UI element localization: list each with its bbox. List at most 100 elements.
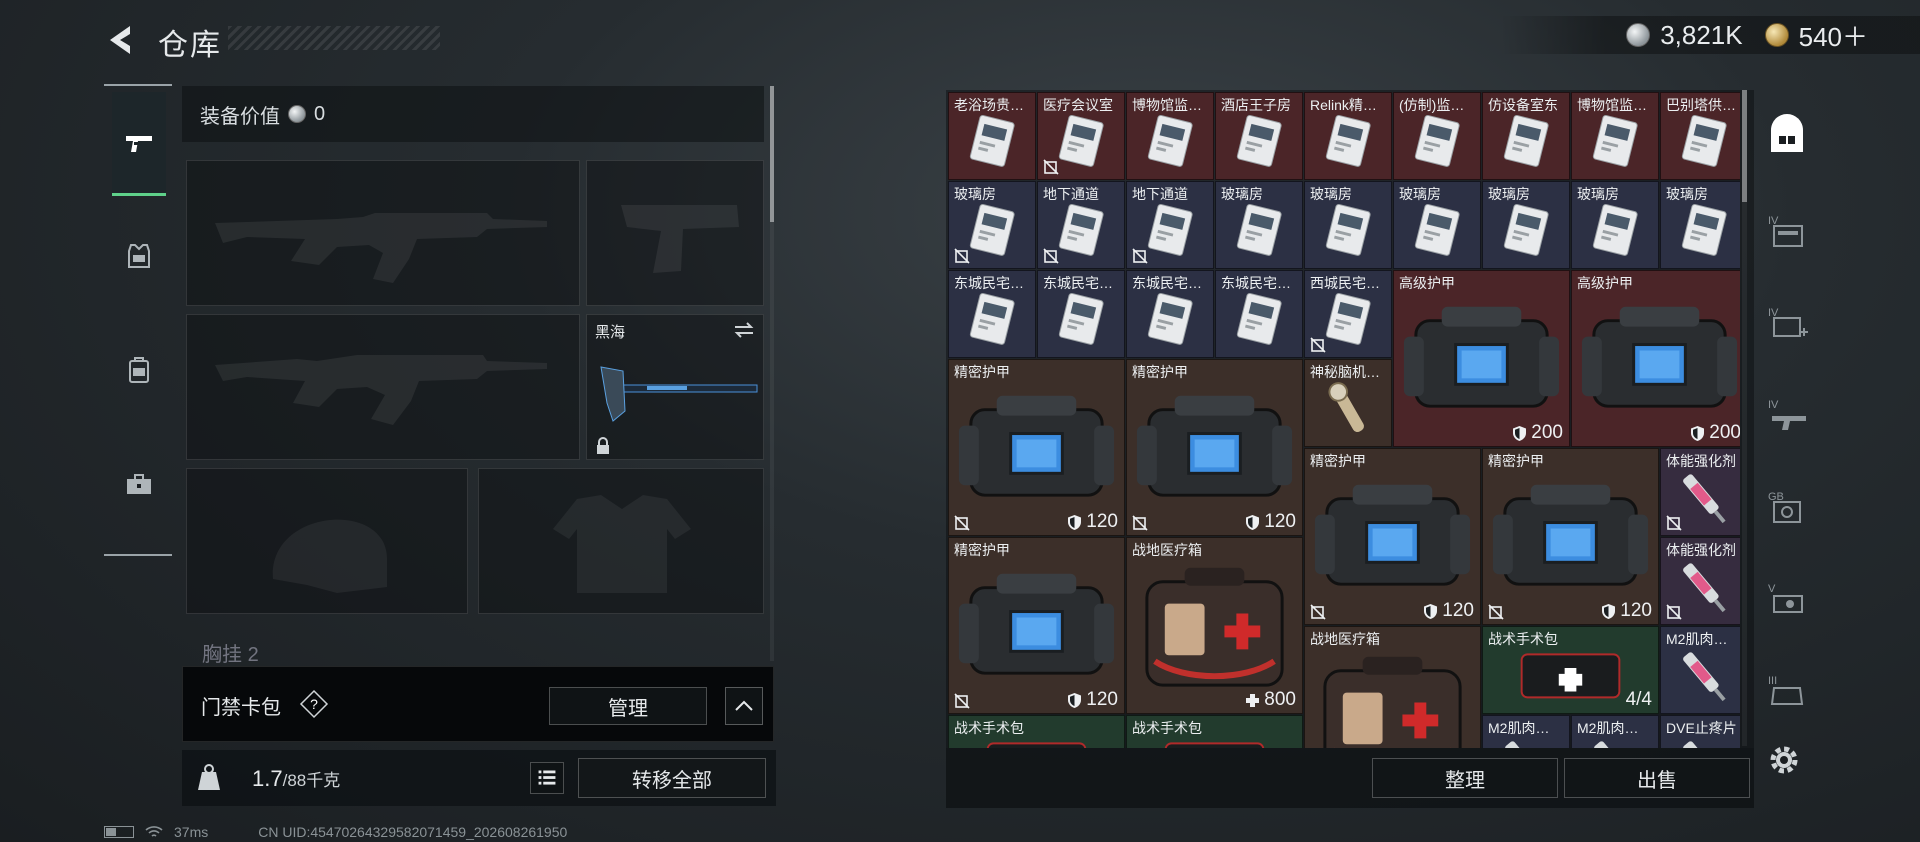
stash-item[interactable]: 高级护甲 200 — [1393, 270, 1570, 447]
settings-button[interactable] — [1764, 740, 1804, 780]
stash-item[interactable]: 精密护甲 120 — [1304, 448, 1481, 625]
stash-item[interactable]: 玻璃房 — [1660, 181, 1740, 269]
no-discard-icon — [1043, 159, 1059, 175]
equipment-scroll-thumb[interactable] — [770, 86, 774, 222]
stash-item[interactable]: 精密护甲 120 — [948, 359, 1125, 536]
stash-item[interactable]: 高级护甲 200 — [1571, 270, 1740, 447]
sort-button[interactable]: 整理 — [1372, 758, 1558, 798]
primary-weapon-slot[interactable] — [186, 160, 580, 306]
rail-tier4-weapon[interactable]: IV — [1762, 390, 1812, 440]
rail-gear-box[interactable]: GB — [1762, 482, 1812, 532]
stash-item[interactable]: M2肌肉… — [1571, 715, 1659, 748]
transfer-all-button[interactable]: 转移全部 — [578, 758, 766, 798]
stash-item[interactable]: 酒店王子房 — [1215, 92, 1303, 180]
sidearm-slot[interactable] — [586, 160, 764, 306]
stash-item[interactable]: 博物馆监… — [1571, 92, 1659, 180]
stash-item[interactable]: 地下通道 — [1126, 181, 1214, 269]
item-name: 玻璃房 — [1488, 186, 1530, 202]
stash-item[interactable]: 仿设备室东 — [1482, 92, 1570, 180]
gold-currency-value[interactable]: 540＋ — [1799, 17, 1868, 54]
item-name: 战术手术包 — [1132, 720, 1202, 736]
stash-item[interactable]: 老浴场贵… — [948, 92, 1036, 180]
stash-item[interactable]: 东城民宅… — [948, 270, 1036, 358]
tab-backpack[interactable] — [112, 318, 166, 422]
stash-item[interactable]: 战术手术包 — [1126, 715, 1303, 748]
weight-icon — [198, 764, 220, 790]
stash-item[interactable]: 玻璃房 — [1304, 181, 1392, 269]
durability-value: 120 — [1086, 689, 1118, 710]
stash-item[interactable]: 医疗会议室 — [1037, 92, 1125, 180]
stash-item[interactable]: 精密护甲 120 — [1126, 359, 1303, 536]
stash-item[interactable]: 神秘脑机… — [1304, 359, 1392, 447]
stash-item[interactable]: 战术手术包 — [948, 715, 1125, 748]
rail-tier3-misc[interactable]: III — [1762, 666, 1812, 716]
wifi-icon — [145, 826, 163, 837]
stash-item[interactable]: 玻璃房 — [1393, 181, 1481, 269]
equipment-value-label: 装备价值 — [200, 105, 280, 128]
stash-item[interactable]: 战术手术包 4/4 — [1482, 626, 1659, 714]
collapse-button[interactable] — [725, 687, 763, 725]
heal-value: 800 — [1264, 689, 1296, 710]
stash-item[interactable]: 体能强化剂 — [1660, 448, 1740, 536]
no-discard-icon — [1132, 248, 1148, 264]
no-discard-icon — [954, 515, 970, 531]
stash-item[interactable]: 战地医疗箱 — [1304, 626, 1481, 748]
stash-item[interactable]: 玻璃房 — [1482, 181, 1570, 269]
melee-slot[interactable]: 黑海 — [586, 314, 764, 460]
stash-item[interactable]: 精密护甲 120 — [1482, 448, 1659, 625]
sell-button[interactable]: 出售 — [1564, 758, 1750, 798]
stash-item[interactable]: 玻璃房 — [948, 181, 1036, 269]
stash-item[interactable]: 博物馆监… — [1126, 92, 1214, 180]
stash-item[interactable]: M2肌肉… — [1660, 626, 1740, 714]
tier5-key-icon: V — [1768, 583, 1803, 613]
durability-value: 200 — [1709, 422, 1740, 443]
stash-item[interactable]: M2肌肉… — [1482, 715, 1570, 748]
gold-coin-icon — [1764, 23, 1789, 47]
tab-armor[interactable] — [112, 204, 166, 308]
no-discard-icon — [1488, 604, 1504, 620]
help-icon[interactable]: ? — [299, 689, 329, 719]
stash-footer: 整理 出售 — [946, 748, 1754, 808]
stash-item[interactable]: 东城民宅… — [1215, 270, 1303, 358]
stash-item[interactable]: DVE止疼片 — [1660, 715, 1740, 748]
stash-item[interactable]: 体能强化剂 — [1660, 537, 1740, 625]
back-button[interactable] — [100, 20, 140, 60]
stash-item[interactable]: 地下通道 — [1037, 181, 1125, 269]
stash-scroll-thumb[interactable] — [1742, 90, 1747, 202]
secondary-weapon-slot[interactable] — [186, 314, 580, 460]
tab-weapons[interactable] — [112, 92, 166, 196]
loadout-tabs — [104, 84, 172, 556]
item-name: 地下通道 — [1043, 186, 1099, 202]
list-view-button[interactable] — [530, 762, 564, 794]
rail-tier5-key[interactable]: V — [1762, 574, 1812, 624]
rail-tier4-medical[interactable]: IV — [1762, 298, 1812, 348]
rifle-silhouette-icon — [215, 355, 547, 425]
rail-tier4-container[interactable]: IV — [1762, 206, 1812, 256]
helmet-slot[interactable] — [186, 468, 468, 614]
rail-stash-all[interactable] — [1762, 112, 1812, 162]
item-name: 精密护甲 — [954, 364, 1010, 380]
stash-item[interactable]: 西城民宅… — [1304, 270, 1392, 358]
stack-count: 4/4 — [1626, 689, 1652, 711]
user-uid: CN UID:454702643295820714​59_20260826195… — [258, 824, 568, 840]
stash-item[interactable]: 东城民宅… — [1126, 270, 1214, 358]
item-name: 玻璃房 — [1577, 186, 1619, 202]
body-armor-slot[interactable] — [478, 468, 764, 614]
stash-item[interactable]: (仿制)监… — [1393, 92, 1481, 180]
heal-plus-icon — [1246, 693, 1260, 707]
tier4-weapon-icon: IV — [1768, 399, 1806, 430]
equipment-value: 0 — [314, 102, 326, 125]
tab-toolbox[interactable] — [112, 432, 166, 536]
stash-item[interactable]: 巴别塔供… — [1660, 92, 1740, 180]
armor-silhouette-icon — [553, 495, 691, 593]
stash-item[interactable]: 东城民宅… — [1037, 270, 1125, 358]
chest-rig-name: 胸挂 — [202, 644, 242, 666]
no-discard-icon — [1310, 337, 1326, 353]
stash-item[interactable]: Relink精… — [1304, 92, 1392, 180]
stash-item[interactable]: 玻璃房 — [1571, 181, 1659, 269]
manage-button[interactable]: 管理 — [549, 687, 707, 725]
stash-item[interactable]: 战地医疗箱 800 — [1126, 537, 1303, 714]
stash-item[interactable]: 玻璃房 — [1215, 181, 1303, 269]
stash-item[interactable]: 精密护甲 120 — [948, 537, 1125, 714]
heal-badge: 800 — [1245, 689, 1296, 711]
